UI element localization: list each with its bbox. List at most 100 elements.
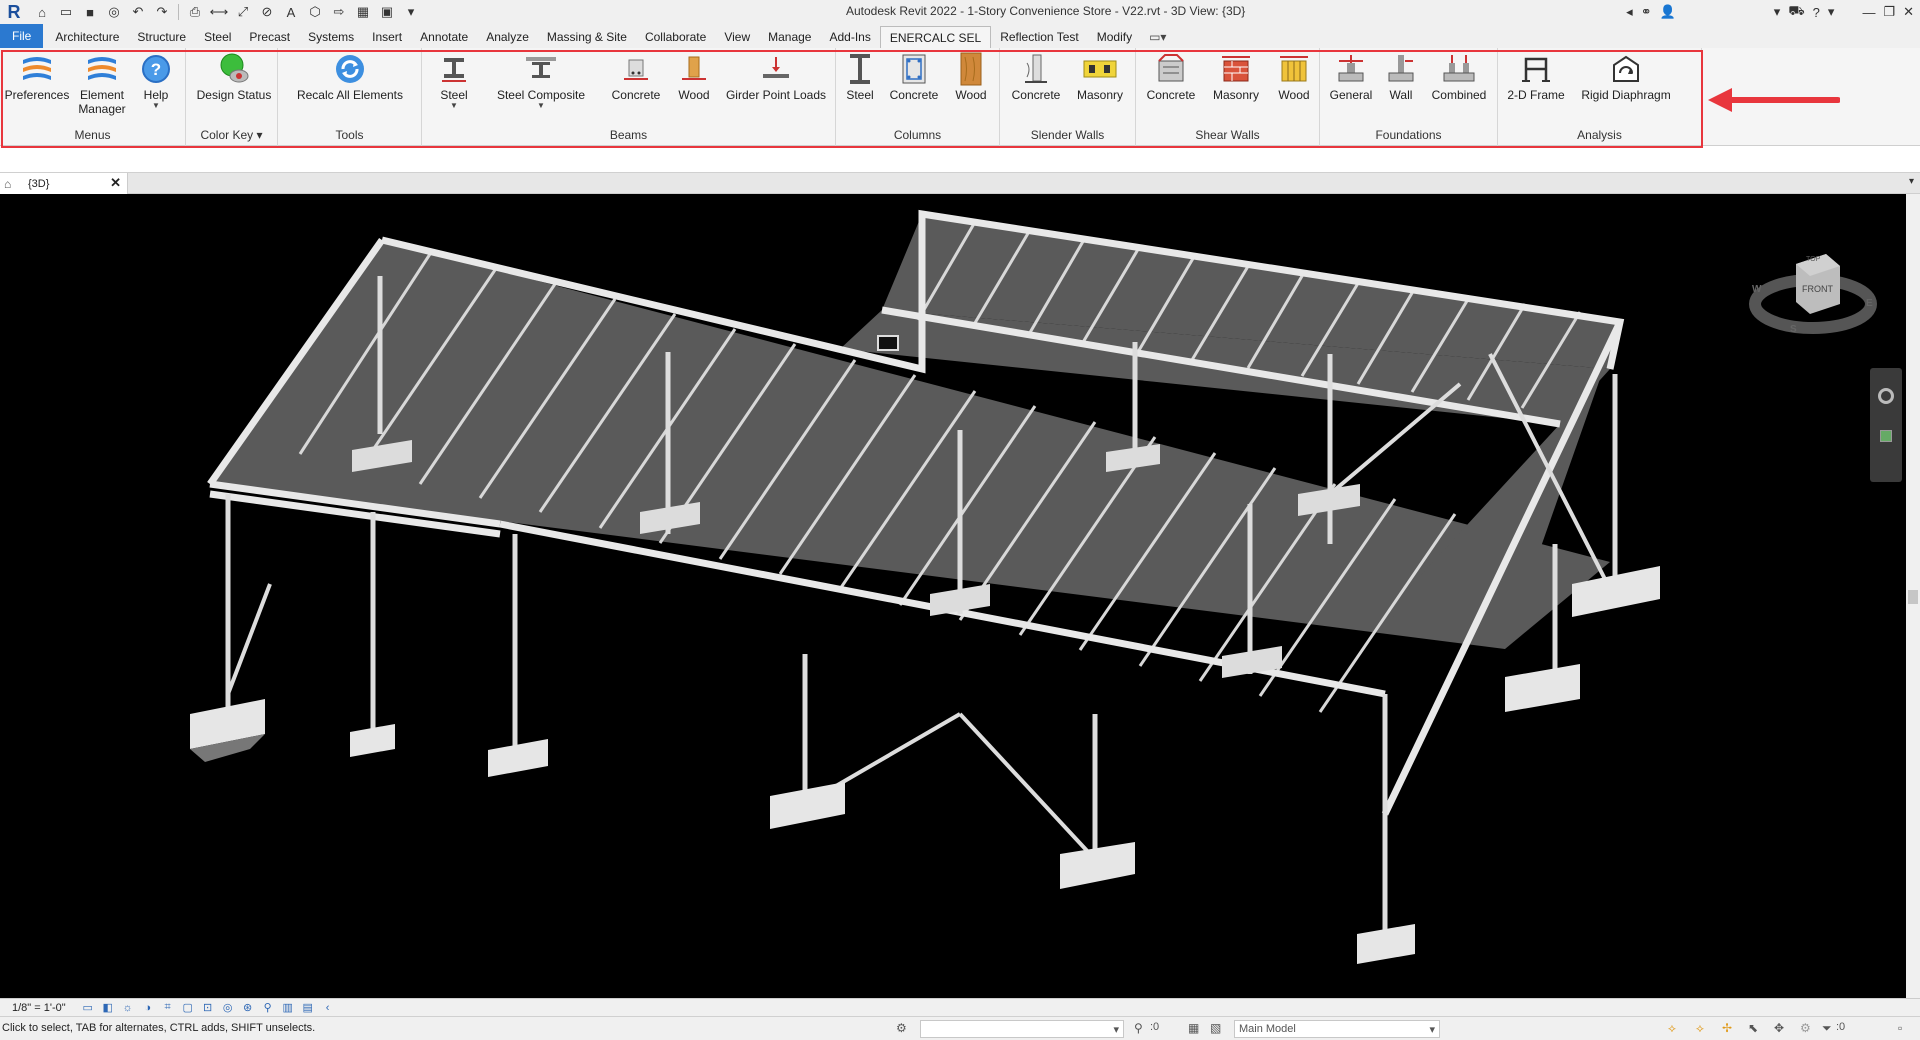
tab-analyze[interactable]: Analyze: [477, 26, 538, 48]
chevron-down-icon[interactable]: ▾: [1828, 4, 1835, 20]
viewcube[interactable]: TOP FRONT W S E: [1748, 244, 1878, 344]
print-icon[interactable]: ⎙: [184, 2, 206, 22]
save-icon[interactable]: ■: [79, 2, 101, 22]
dimension-icon[interactable]: ⤢: [232, 2, 254, 22]
tab-modify[interactable]: Modify: [1088, 26, 1141, 48]
navigation-bar[interactable]: [1870, 368, 1902, 482]
3d-view-icon[interactable]: ⬡: [304, 2, 326, 22]
redo-icon[interactable]: ↷: [151, 2, 173, 22]
tab-list-dropdown-icon[interactable]: ▾: [1909, 176, 1914, 187]
chevron-down-icon[interactable]: ▼: [136, 102, 176, 110]
select-links-icon[interactable]: ⟡: [1668, 1021, 1676, 1036]
revit-logo[interactable]: R: [3, 1, 25, 23]
select-by-face-icon[interactable]: ⬉: [1748, 1021, 1758, 1035]
column-steel-button[interactable]: Steel: [840, 52, 880, 102]
crop-view-icon[interactable]: ⌗: [160, 1001, 176, 1014]
help-button[interactable]: ? Help ▼: [136, 52, 176, 110]
design-option-dropdown[interactable]: Main Model ▾: [1234, 1020, 1440, 1038]
girder-point-loads-button[interactable]: Girder Point Loads: [724, 52, 828, 102]
editing-requests-icon[interactable]: ⚲: [1134, 1021, 1143, 1035]
home-icon[interactable]: ⌂: [31, 2, 53, 22]
view-tab-3d[interactable]: ⌂ {3D} ✕: [0, 173, 128, 194]
help-icon[interactable]: ?: [1813, 5, 1820, 20]
user-icon[interactable]: 👤: [1660, 4, 1676, 20]
customize-qat-icon[interactable]: ▾: [400, 2, 422, 22]
restore-icon[interactable]: ❐: [1883, 4, 1895, 20]
design-status-button[interactable]: Design Status: [194, 52, 274, 102]
foundation-wall-button[interactable]: Wall: [1382, 52, 1420, 102]
select-underlay-icon[interactable]: ⟡: [1696, 1021, 1704, 1036]
slender-wall-concrete-button[interactable]: Concrete: [1008, 52, 1064, 102]
chevron-left-icon[interactable]: ◂: [1626, 4, 1633, 20]
foundation-general-button[interactable]: General: [1326, 52, 1376, 102]
close-icon[interactable]: ✕: [1903, 4, 1914, 20]
tab-structure[interactable]: Structure: [128, 26, 195, 48]
chevron-down-icon[interactable]: ▼: [496, 102, 586, 110]
select-pinned-icon[interactable]: ✢: [1722, 1021, 1732, 1035]
analysis-2d-frame-button[interactable]: 2-D Frame: [1506, 52, 1566, 102]
sync-icon[interactable]: ◎: [103, 2, 125, 22]
tag-icon[interactable]: ⊘: [256, 2, 278, 22]
3d-view-canvas[interactable]: TOP FRONT W S E: [0, 194, 1906, 998]
design-option-set-icon[interactable]: ▧: [1210, 1021, 1221, 1035]
expand-icon[interactable]: ▫: [1898, 1021, 1902, 1035]
binoculars-icon[interactable]: ⚭: [1641, 4, 1652, 20]
switch-windows-icon[interactable]: ▣: [376, 2, 398, 22]
tab-systems[interactable]: Systems: [299, 26, 363, 48]
chevron-down-icon[interactable]: ▾: [1774, 4, 1781, 20]
chevron-left-icon[interactable]: ‹: [320, 1002, 336, 1014]
highlight-displacement-icon[interactable]: ▤: [300, 1001, 316, 1014]
steering-wheel-icon[interactable]: [1878, 388, 1894, 404]
beam-steel-composite-button[interactable]: Steel Composite ▼: [496, 52, 586, 110]
text-icon[interactable]: A: [280, 2, 302, 22]
tab-add-ins[interactable]: Add-Ins: [820, 26, 879, 48]
cart-icon[interactable]: ⛟: [1788, 3, 1804, 21]
tab-manage[interactable]: Manage: [759, 26, 820, 48]
tab-annotate[interactable]: Annotate: [411, 26, 477, 48]
measure-icon[interactable]: ⟷: [208, 2, 230, 22]
tab-reflection-test[interactable]: Reflection Test: [991, 26, 1088, 48]
detail-level-icon[interactable]: ▭: [80, 1001, 96, 1014]
background-process-icon[interactable]: ⚙: [1800, 1021, 1811, 1035]
beam-steel-button[interactable]: Steel ▼: [432, 52, 476, 110]
close-icon[interactable]: ✕: [110, 175, 121, 191]
view-scale[interactable]: 1/8" = 1'-0": [12, 1002, 66, 1014]
section-icon[interactable]: ⇨: [328, 2, 350, 22]
shear-wall-concrete-button[interactable]: Concrete: [1142, 52, 1200, 102]
minimize-icon[interactable]: —: [1862, 5, 1875, 20]
worksharing-display-icon[interactable]: ⚲: [260, 1001, 276, 1014]
analytical-model-icon[interactable]: ▥: [280, 1001, 296, 1014]
beam-wood-button[interactable]: Wood: [672, 52, 716, 102]
worksets-icon[interactable]: ⚙: [896, 1021, 907, 1035]
tab-precast[interactable]: Precast: [240, 26, 299, 48]
tab-file[interactable]: File: [0, 24, 44, 48]
workset-dropdown[interactable]: ▾: [920, 1020, 1124, 1038]
filter-icon[interactable]: ⏷: [1822, 1021, 1832, 1036]
scrollbar-thumb[interactable]: [1908, 590, 1918, 604]
panel-title-color-key[interactable]: Color Key ▾: [186, 128, 277, 142]
tab-massing-site[interactable]: Massing & Site: [538, 26, 636, 48]
lock-view-icon[interactable]: ⊡: [200, 1001, 216, 1014]
tab-architecture[interactable]: Architecture: [46, 26, 128, 48]
tab-collaborate[interactable]: Collaborate: [636, 26, 715, 48]
tab-view[interactable]: View: [715, 26, 759, 48]
chevron-down-icon[interactable]: ▼: [432, 102, 476, 110]
element-manager-button[interactable]: Element Manager: [72, 52, 132, 116]
zoom-icon[interactable]: [1880, 430, 1892, 442]
sun-path-icon[interactable]: ☼: [120, 1002, 136, 1014]
foundation-combined-button[interactable]: Combined: [1426, 52, 1492, 102]
show-crop-icon[interactable]: ▢: [180, 1001, 196, 1014]
reveal-hidden-icon[interactable]: ⊛: [240, 1001, 256, 1014]
beam-concrete-button[interactable]: Concrete: [608, 52, 664, 102]
tab-insert[interactable]: Insert: [363, 26, 411, 48]
visual-style-icon[interactable]: ◧: [100, 1001, 116, 1014]
recalc-all-elements-button[interactable]: Recalc All Elements: [292, 52, 408, 102]
tab-enercalc-sel[interactable]: ENERCALC SEL: [879, 26, 992, 48]
temporary-hide-icon[interactable]: ◎: [220, 1001, 236, 1014]
shadows-icon[interactable]: ◑: [140, 1002, 156, 1014]
column-concrete-button[interactable]: Concrete: [886, 52, 942, 102]
preferences-button[interactable]: Preferences: [4, 52, 70, 102]
shear-wall-wood-button[interactable]: Wood: [1272, 52, 1316, 102]
shear-wall-masonry-button[interactable]: Masonry: [1206, 52, 1266, 102]
open-icon[interactable]: ▭: [55, 2, 77, 22]
